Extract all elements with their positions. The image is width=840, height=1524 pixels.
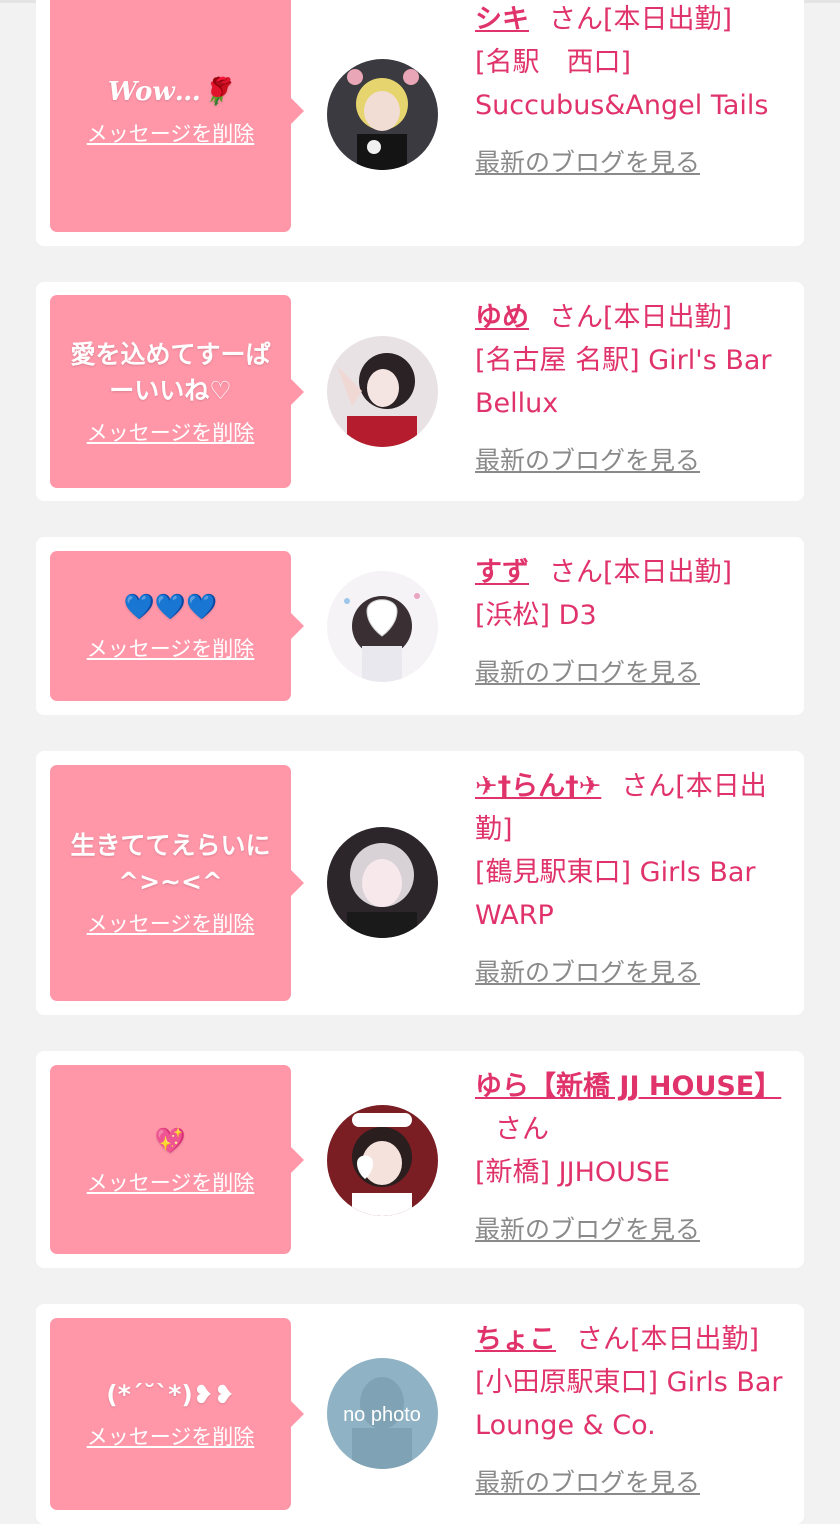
cast-name-link[interactable]: ゆら【新橋 JJ HOUSE】: [475, 1071, 781, 1102]
blog-link[interactable]: 最新のブログを見る: [475, 1208, 795, 1251]
avatar[interactable]: [327, 336, 438, 447]
cast-info: すず さん[本日出勤] [浜松] D3 最新のブログを見る: [475, 551, 795, 694]
store-name: D3: [558, 600, 597, 631]
blog-link[interactable]: 最新のブログを見る: [475, 651, 795, 694]
message-text: Wow…🌹: [107, 77, 234, 107]
blog-link[interactable]: 最新のブログを見る: [475, 439, 795, 482]
message-bubble: 💖 メッセージを削除: [50, 1065, 304, 1254]
delete-message-link[interactable]: メッセージを削除: [87, 908, 255, 938]
message-text: 生きててえらいに^>~<^: [70, 831, 271, 896]
avatar[interactable]: [327, 571, 438, 682]
blog-link[interactable]: 最新のブログを見る: [475, 1461, 795, 1504]
blog-link[interactable]: 最新のブログを見る: [475, 951, 795, 994]
avatar[interactable]: [327, 827, 438, 938]
honorific: さん: [621, 771, 676, 802]
message-bubble: (*´˘`*)❥❥ メッセージを削除: [50, 1318, 304, 1510]
blog-link[interactable]: 最新のブログを見る: [475, 141, 795, 184]
cast-name-link[interactable]: ✈†らん†✈: [475, 771, 601, 802]
message-card: 💙💙💙 メッセージを削除 すず さん[本日出勤] [浜松] D3 最新のブログを見…: [36, 537, 804, 715]
message-text: 💙💙💙: [123, 592, 218, 621]
message-bubble: 💙💙💙 メッセージを削除: [50, 551, 304, 701]
cast-name-link[interactable]: ゆめ: [475, 302, 529, 333]
cast-name-link[interactable]: ちょこ: [475, 1324, 556, 1355]
message-card: Wow…🌹 メッセージを削除 シキ さん[本日出勤] [名駅 西口] Succub…: [36, 0, 804, 246]
cast-info: ゆめ さん[本日出勤] [名古屋 名駅] Girl's Bar Bellux 最新…: [475, 296, 795, 482]
cast-info: シキ さん[本日出勤] [名駅 西口] Succubus&Angel Tails …: [475, 0, 795, 184]
avatar[interactable]: no photo: [327, 1358, 438, 1469]
delete-message-link[interactable]: メッセージを削除: [87, 1167, 255, 1197]
avatar[interactable]: [327, 1105, 438, 1216]
message-card: 愛を込めてすーぱーいいね♡ メッセージを削除 ゆめ さん[本日出勤] [名古屋 名…: [36, 282, 804, 501]
no-photo-label: no photo: [343, 1404, 421, 1426]
work-status: [本日出勤]: [603, 557, 733, 588]
store-name: Succubus&Angel Tails: [475, 90, 769, 121]
message-card: (*´˘`*)❥❥ メッセージを削除 no photo ちょこ さん[本日出勤] …: [36, 1304, 804, 1524]
honorific: さん: [576, 1324, 630, 1355]
location: [小田原駅東口]: [475, 1367, 659, 1398]
message-card: 生きててえらいに^>~<^ メッセージを削除 ✈†らん†✈ さん[本日出勤] [鶴…: [36, 751, 804, 1015]
honorific: さん: [549, 557, 603, 588]
message-text: 💖: [154, 1125, 187, 1155]
honorific: さん: [495, 1114, 549, 1145]
message-text: (*´˘`*)❥❥: [106, 1380, 235, 1409]
message-bubble: 愛を込めてすーぱーいいね♡ メッセージを削除: [50, 295, 304, 488]
work-status: [本日出勤]: [630, 1324, 760, 1355]
honorific: さん: [549, 302, 603, 333]
location: [浜松]: [475, 600, 551, 631]
delete-message-link[interactable]: メッセージを削除: [87, 633, 255, 663]
cast-info: ゆら【新橋 JJ HOUSE】さん [新橋] JJHOUSE 最新のブログを見る: [475, 1065, 795, 1251]
cast-info: ✈†らん†✈ さん[本日出勤] [鶴見駅東口] Girls Bar WARP 最新…: [475, 765, 795, 994]
message-text: 愛を込めてすーぱーいいね♡: [70, 339, 271, 405]
work-status: [本日出勤]: [603, 302, 733, 333]
cast-name-link[interactable]: すず: [475, 557, 529, 588]
delete-message-link[interactable]: メッセージを削除: [87, 1421, 255, 1451]
cast-name-link[interactable]: シキ: [475, 4, 529, 35]
location: [新橋]: [475, 1157, 551, 1188]
honorific: さん: [549, 4, 603, 35]
delete-message-link[interactable]: メッセージを削除: [87, 417, 255, 447]
location: [鶴見駅東口]: [475, 857, 632, 888]
cast-info: ちょこ さん[本日出勤] [小田原駅東口] Girls Bar Lounge & …: [475, 1318, 795, 1504]
work-status: [本日出勤]: [603, 4, 733, 35]
message-bubble: Wow…🌹 メッセージを削除: [50, 0, 304, 232]
message-card: 💖 メッセージを削除 ゆら【新橋 JJ HOUSE】さん [新橋] JJHOUS…: [36, 1051, 804, 1268]
location: [名古屋 名駅]: [475, 345, 640, 376]
avatar[interactable]: [327, 59, 438, 170]
message-bubble: 生きててえらいに^>~<^ メッセージを削除: [50, 765, 304, 1001]
store-name: JJHOUSE: [558, 1157, 671, 1188]
location: [名駅 西口]: [475, 47, 632, 78]
delete-message-link[interactable]: メッセージを削除: [87, 118, 255, 148]
